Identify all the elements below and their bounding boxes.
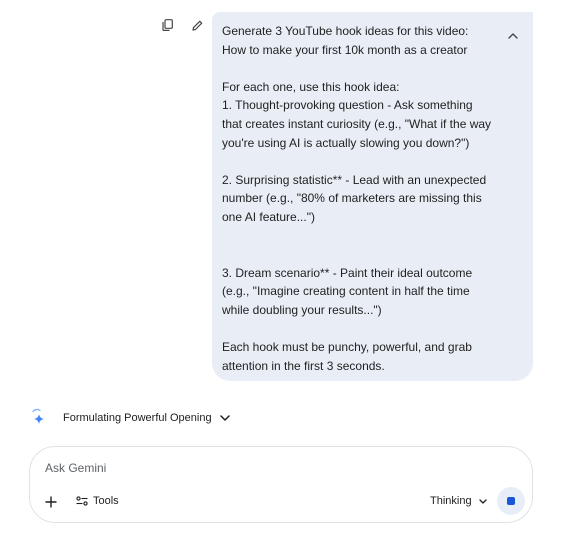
user-message-text: Generate 3 YouTube hook ideas for this v… xyxy=(222,24,492,373)
stop-icon xyxy=(507,497,515,505)
chevron-down-icon[interactable] xyxy=(219,412,232,424)
prompt-input[interactable] xyxy=(45,461,465,475)
message-actions xyxy=(160,18,204,32)
plus-icon xyxy=(45,496,57,508)
thinking-status: Formulating Powerful Opening xyxy=(30,408,232,428)
chevron-down-icon xyxy=(478,498,487,504)
tools-label: Tools xyxy=(93,495,119,507)
tools-icon xyxy=(76,496,88,506)
chevron-up-icon[interactable] xyxy=(505,28,521,44)
add-button[interactable] xyxy=(43,494,59,510)
user-message-bubble: Generate 3 YouTube hook ideas for this v… xyxy=(212,12,533,381)
stop-button[interactable] xyxy=(497,487,525,515)
gemini-spark-icon xyxy=(30,408,48,428)
thinking-label: Formulating Powerful Opening xyxy=(63,412,212,424)
copy-icon[interactable] xyxy=(160,18,174,32)
prompt-composer: Tools Thinking xyxy=(29,446,533,523)
mode-selector[interactable]: Thinking xyxy=(430,495,487,507)
edit-icon[interactable] xyxy=(190,18,204,32)
tools-button[interactable]: Tools xyxy=(76,495,119,507)
mode-label: Thinking xyxy=(430,495,472,507)
